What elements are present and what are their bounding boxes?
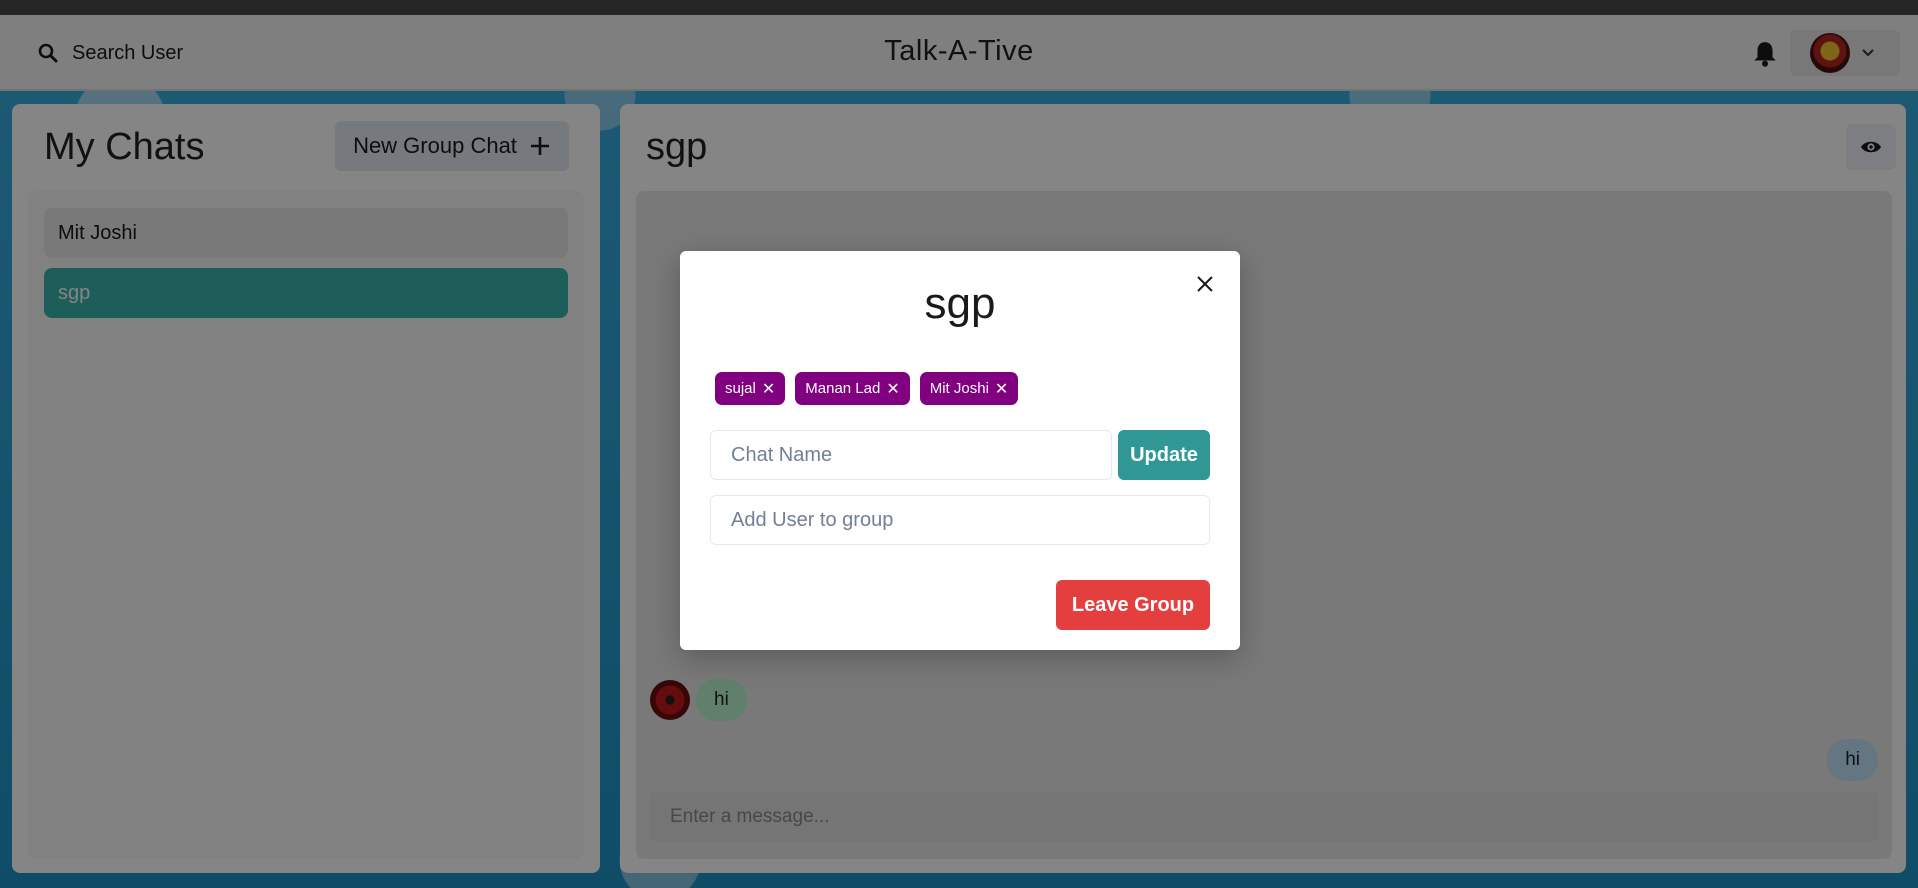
member-chip: sujal ✕ [715, 372, 786, 405]
member-chip: Mit Joshi ✕ [919, 372, 1019, 405]
member-chip: Manan Lad ✕ [795, 372, 910, 405]
close-button[interactable] [1190, 269, 1220, 299]
member-chip-label: Manan Lad [805, 380, 881, 397]
remove-member-icon[interactable]: ✕ [995, 379, 1008, 399]
remove-member-icon[interactable]: ✕ [762, 379, 775, 399]
member-chips: sujal ✕ Manan Lad ✕ Mit Joshi ✕ [715, 372, 1019, 405]
chat-name-input[interactable] [710, 430, 1112, 480]
close-icon [1197, 276, 1213, 292]
group-settings-modal: sgp sujal ✕ Manan Lad ✕ Mit Joshi ✕ Upda… [680, 251, 1240, 650]
member-chip-label: sujal [725, 380, 756, 397]
update-button[interactable]: Update [1118, 430, 1210, 480]
leave-group-button[interactable]: Leave Group [1056, 580, 1210, 630]
remove-member-icon[interactable]: ✕ [886, 379, 899, 399]
add-user-input[interactable] [710, 495, 1210, 545]
modal-title: sgp [924, 279, 996, 328]
member-chip-label: Mit Joshi [929, 380, 989, 397]
